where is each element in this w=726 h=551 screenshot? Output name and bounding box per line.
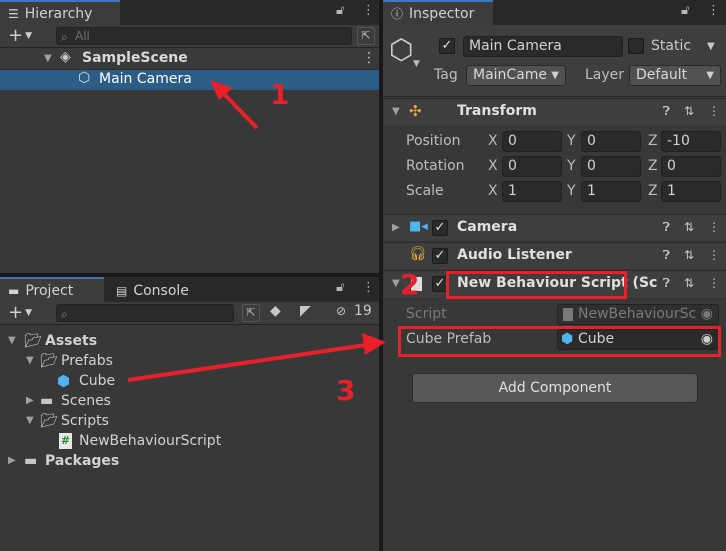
highlight-script-title bbox=[446, 271, 627, 299]
annotation-number-3: 3 bbox=[336, 374, 356, 407]
annotation-number-2: 2 bbox=[400, 268, 420, 301]
arrow-3-line bbox=[127, 343, 367, 382]
arrow-1-line bbox=[220, 90, 259, 130]
annotation-number-1: 1 bbox=[270, 78, 290, 111]
arrow-3-head bbox=[362, 333, 386, 355]
highlight-cube-prefab bbox=[398, 326, 721, 357]
